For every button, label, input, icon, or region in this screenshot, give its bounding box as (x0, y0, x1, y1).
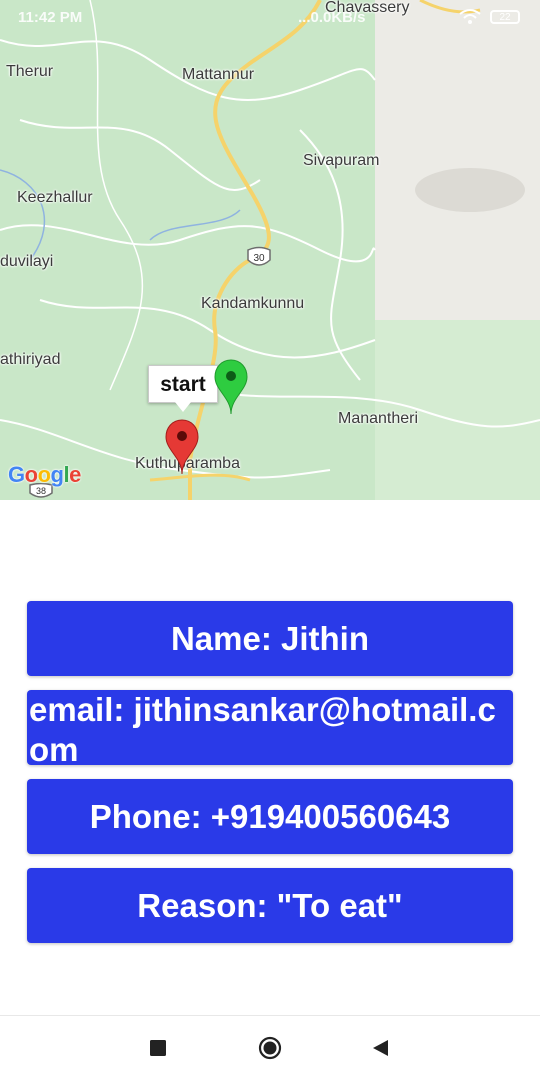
battery-icon: 22 (490, 10, 520, 24)
google-logo: Google (8, 462, 81, 487)
email-button[interactable]: email: jithinsankar@hotmail.com (27, 690, 513, 765)
reason-button[interactable]: Reason: "To eat" (27, 868, 513, 943)
status-time: 11:42 PM (18, 9, 83, 26)
map-view[interactable]: Chavassery Therur Mattannur Sivapuram Ke… (0, 0, 540, 500)
end-marker-icon[interactable] (213, 358, 249, 416)
wifi-icon (459, 9, 481, 24)
place-label: Therur (6, 63, 54, 80)
highway-shield-icon: 30 (247, 246, 271, 266)
circle-home-icon[interactable] (258, 1036, 282, 1060)
network-speed: ...0.0KB/s (298, 9, 366, 26)
place-label: Kandamkunnu (201, 295, 305, 312)
place-label: Manantheri (338, 410, 419, 427)
place-label: Mattannur (182, 66, 255, 83)
name-button[interactable]: Name: Jithin (27, 601, 513, 676)
place-label: Sivapuram (303, 152, 380, 169)
start-marker-icon[interactable] (164, 418, 200, 476)
status-bar: 11:42 PM ...0.0KB/s 22 (0, 0, 540, 36)
highway-shield-label: 30 (253, 253, 265, 264)
place-label: athiriyad (0, 351, 61, 368)
battery-level: 22 (499, 12, 511, 23)
place-label: duvilayi (0, 253, 54, 270)
square-recents-icon[interactable] (146, 1036, 170, 1060)
system-navigation-bar (0, 1015, 540, 1081)
marker-info-window[interactable]: start (148, 365, 218, 412)
phone-button[interactable]: Phone: +919400560643 (27, 779, 513, 854)
place-label: Keezhallur (17, 189, 93, 206)
triangle-back-icon[interactable] (368, 1036, 392, 1060)
